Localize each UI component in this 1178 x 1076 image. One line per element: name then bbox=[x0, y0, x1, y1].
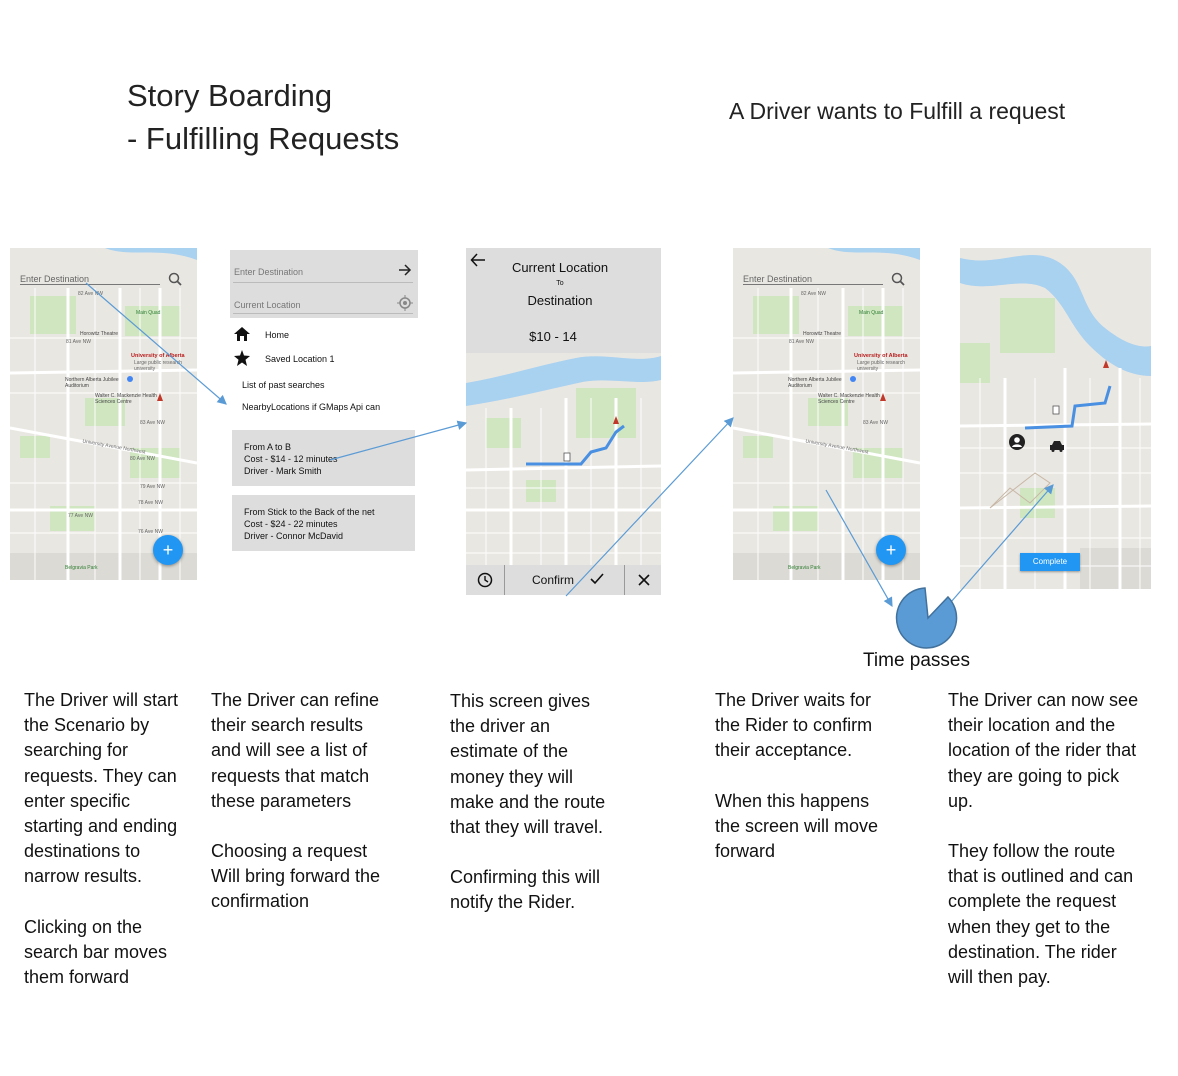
description-paragraph: Choosing a request Will bring forward th… bbox=[211, 841, 381, 912]
description-paragraph: Confirming this will notify the Rider. bbox=[450, 867, 601, 913]
description-paragraph: When this happens the screen will move f… bbox=[715, 790, 879, 862]
description-paragraph: This screen gives the driver an estimate… bbox=[450, 691, 606, 838]
time-passes-label: Time passes bbox=[863, 650, 970, 671]
arrow-confirm-to-wait bbox=[565, 417, 734, 597]
description-paragraph: The Driver can refine their search resul… bbox=[211, 690, 380, 811]
description-col-4: The Driver waits for the Rider to confir… bbox=[715, 688, 880, 889]
arrow-wait-to-timer bbox=[825, 489, 893, 608]
description-col-3: This screen gives the driver an estimate… bbox=[450, 689, 610, 941]
description-col-1: The Driver will start the Scenario by se… bbox=[24, 688, 189, 1015]
time-pie-icon bbox=[895, 587, 958, 649]
description-paragraph: They follow the route that is outlined a… bbox=[948, 841, 1134, 988]
description-col-5: The Driver can now see their location an… bbox=[948, 688, 1143, 1015]
arrow-search-to-refine bbox=[85, 282, 227, 405]
arrow-timer-to-pickup bbox=[943, 484, 1054, 611]
description-paragraph: The Driver will start the Scenario by se… bbox=[24, 690, 179, 887]
arrow-card-to-confirm bbox=[329, 420, 468, 461]
description-col-2: The Driver can refine their search resul… bbox=[211, 688, 381, 940]
description-paragraph: Clicking on the search bar moves them fo… bbox=[24, 916, 168, 988]
description-paragraph: The Driver waits for the Rider to confir… bbox=[715, 690, 873, 761]
description-paragraph: The Driver can now see their location an… bbox=[948, 690, 1139, 811]
